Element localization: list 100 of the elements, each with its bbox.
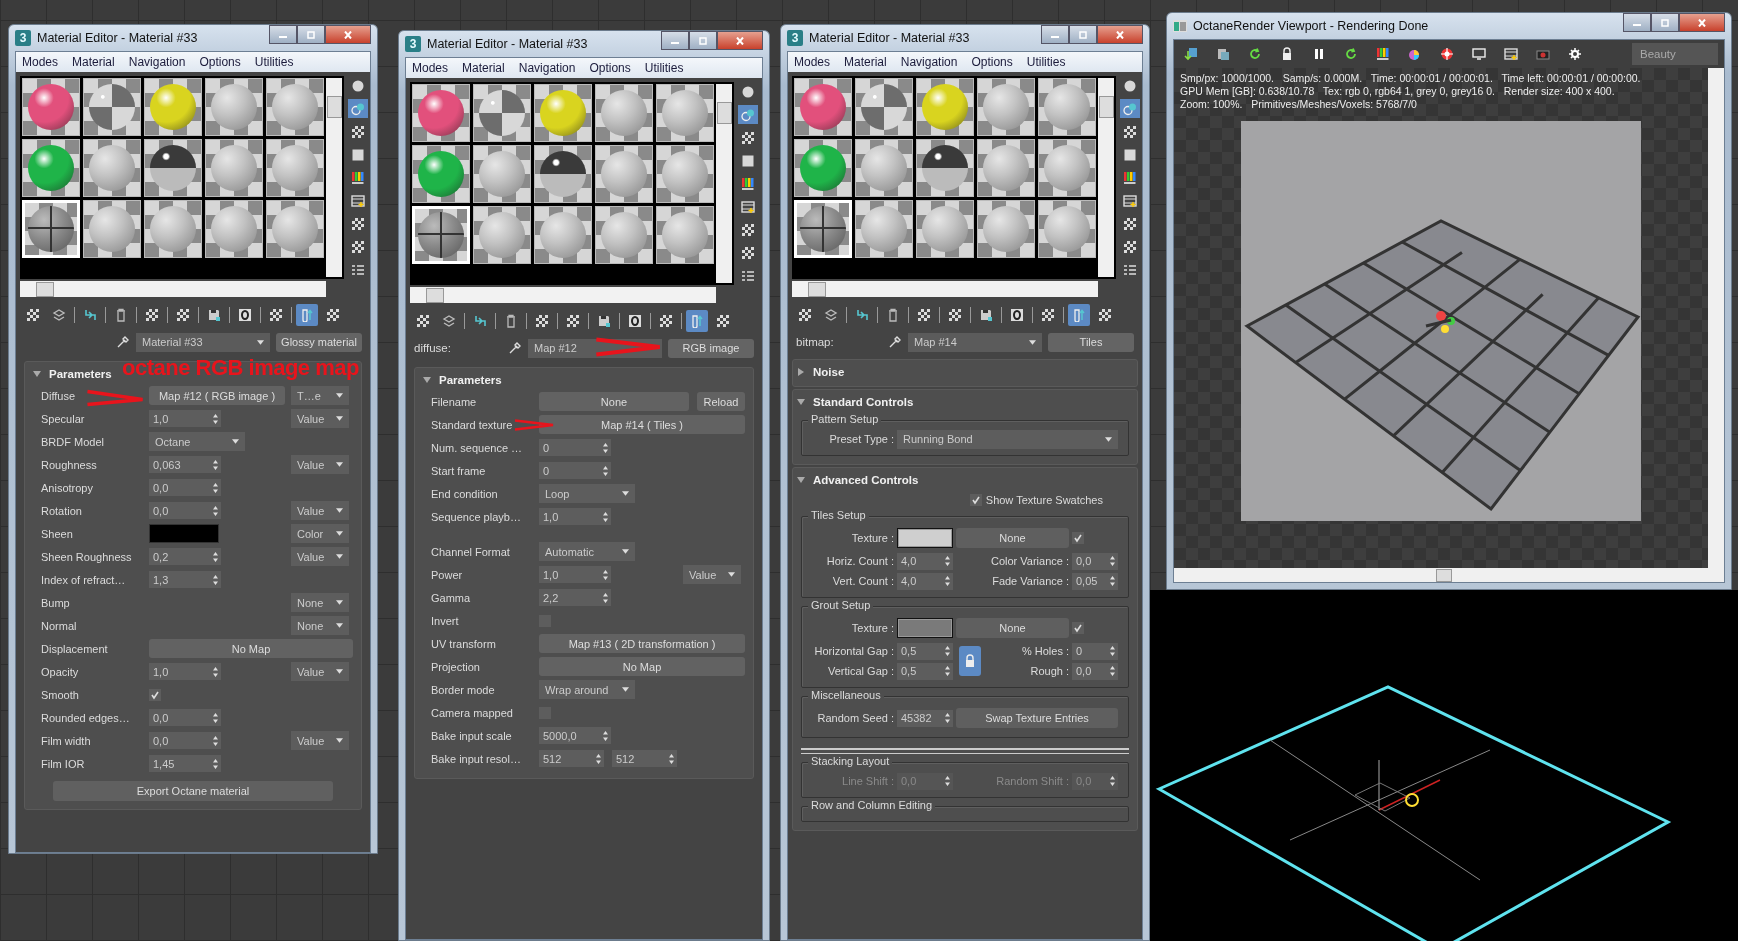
menu-item[interactable]: Material bbox=[462, 61, 505, 75]
checkbox[interactable] bbox=[149, 688, 161, 701]
map-button[interactable]: None bbox=[956, 528, 1069, 548]
render-pass-dropdown[interactable]: Beauty bbox=[1632, 43, 1718, 65]
file-button[interactable]: None bbox=[539, 392, 689, 411]
spinner-field[interactable]: 0,5 bbox=[897, 662, 953, 680]
spinner-arrows-icon[interactable] bbox=[212, 711, 219, 724]
color-swatch[interactable] bbox=[897, 618, 953, 638]
mode-dropdown[interactable]: Value bbox=[291, 409, 349, 428]
spinner-field[interactable]: 0,2 bbox=[149, 548, 221, 565]
spinner-arrows-icon[interactable] bbox=[1109, 645, 1116, 657]
mode-dropdown[interactable]: Color bbox=[291, 524, 349, 543]
spinner-field[interactable]: 1,0 bbox=[149, 410, 221, 427]
menu-item[interactable]: Options bbox=[199, 55, 241, 69]
type-button[interactable]: RGB image bbox=[668, 338, 754, 358]
type-button[interactable]: Glossy material bbox=[276, 332, 362, 352]
spinner-field[interactable]: 1,0 bbox=[539, 508, 611, 525]
menu-item[interactable]: Navigation bbox=[900, 55, 958, 69]
rollout-title[interactable]: Parameters bbox=[439, 374, 502, 386]
dropdown[interactable]: Loop bbox=[539, 484, 635, 503]
spinner-arrows-icon[interactable] bbox=[212, 665, 219, 678]
close-button[interactable] bbox=[717, 31, 763, 50]
minimize-button[interactable] bbox=[269, 25, 297, 44]
maximize-button[interactable] bbox=[1651, 13, 1679, 32]
eyedropper-icon[interactable] bbox=[888, 335, 902, 349]
spinner-field[interactable]: 0,0 bbox=[1072, 552, 1118, 570]
spinner-field[interactable]: 1,0 bbox=[149, 663, 221, 680]
menu-item[interactable]: Options bbox=[589, 61, 631, 75]
spinner-arrows-icon[interactable] bbox=[602, 568, 609, 581]
menu-item[interactable]: Utilities bbox=[644, 61, 684, 75]
eyedropper-icon[interactable] bbox=[508, 341, 522, 355]
spinner-arrows-icon[interactable] bbox=[944, 712, 951, 724]
spinner-arrows-icon[interactable] bbox=[212, 412, 219, 425]
spinner-arrows-icon[interactable] bbox=[595, 752, 602, 765]
checkbox[interactable] bbox=[1072, 622, 1084, 634]
minimize-button[interactable] bbox=[1623, 13, 1651, 32]
spinner-field[interactable]: 2,2 bbox=[539, 589, 611, 606]
spinner-arrows-icon[interactable] bbox=[944, 555, 951, 567]
close-button[interactable] bbox=[1097, 25, 1143, 44]
spinner-arrows-icon[interactable] bbox=[602, 591, 609, 604]
spinner-field[interactable]: 1,45 bbox=[149, 755, 221, 772]
menu-item[interactable]: Utilities bbox=[254, 55, 294, 69]
spinner-field[interactable]: 0 bbox=[1072, 642, 1118, 660]
spinner-field[interactable]: 0,0 bbox=[149, 502, 221, 519]
spinner-field[interactable]: 0,5 bbox=[897, 642, 953, 660]
spinner-arrows-icon[interactable] bbox=[602, 441, 609, 454]
spinner-field[interactable]: 1,3 bbox=[149, 571, 221, 588]
spinner-field[interactable]: 45382 bbox=[897, 709, 953, 727]
spinner-arrows-icon[interactable] bbox=[602, 464, 609, 477]
lock-button[interactable] bbox=[959, 646, 981, 676]
spinner-field[interactable]: 0 bbox=[539, 439, 611, 456]
vertical-scrollbar[interactable] bbox=[716, 84, 732, 283]
close-button[interactable] bbox=[1679, 13, 1725, 32]
side-tool-button[interactable] bbox=[738, 105, 758, 124]
mode-dropdown[interactable]: Value bbox=[291, 731, 349, 750]
spinner-field[interactable]: 0,0 bbox=[149, 709, 221, 726]
spinner-arrows-icon[interactable] bbox=[212, 504, 219, 517]
spinner-arrows-icon[interactable] bbox=[212, 481, 219, 494]
menu-item[interactable]: Modes bbox=[22, 55, 59, 69]
map-button[interactable]: Map #12 ( RGB image ) bbox=[149, 386, 285, 405]
spinner-field[interactable]: 0,05 bbox=[1072, 572, 1118, 590]
mode-dropdown[interactable]: Value bbox=[291, 547, 349, 566]
checkbox[interactable] bbox=[969, 494, 982, 506]
mode-dropdown[interactable]: Value bbox=[291, 662, 349, 681]
menu-item[interactable]: Navigation bbox=[128, 55, 186, 69]
spinner-field[interactable]: 4,0 bbox=[897, 572, 953, 590]
dropdown[interactable]: Automatic bbox=[539, 542, 635, 561]
material-slot[interactable] bbox=[916, 139, 974, 197]
maximize-button[interactable] bbox=[689, 31, 717, 50]
maximize-button[interactable] bbox=[1069, 25, 1097, 44]
material-slot[interactable] bbox=[534, 145, 592, 203]
maximize-button[interactable] bbox=[297, 25, 325, 44]
horizontal-scrollbar[interactable] bbox=[410, 287, 716, 303]
export-button[interactable]: Export Octane material bbox=[53, 781, 333, 801]
minimize-button[interactable] bbox=[661, 31, 689, 50]
spinner-field[interactable]: 5000,0 bbox=[539, 727, 611, 744]
eyedropper-icon[interactable] bbox=[116, 335, 130, 349]
minimize-button[interactable] bbox=[1041, 25, 1069, 44]
spinner-field[interactable]: 0,0 bbox=[149, 479, 221, 496]
side-tool-button[interactable] bbox=[1120, 99, 1140, 118]
vertical-scrollbar[interactable] bbox=[326, 78, 342, 277]
spinner-arrows-icon[interactable] bbox=[668, 752, 675, 765]
menu-item[interactable]: Material bbox=[72, 55, 115, 69]
side-tool-button[interactable] bbox=[348, 99, 368, 118]
spinner-arrows-icon[interactable] bbox=[944, 645, 951, 657]
spinner-arrows-icon[interactable] bbox=[212, 734, 219, 747]
horizontal-scrollbar[interactable] bbox=[20, 281, 326, 297]
close-button[interactable] bbox=[325, 25, 371, 44]
menu-item[interactable]: Material bbox=[844, 55, 887, 69]
expanded-triangle-icon[interactable] bbox=[33, 370, 41, 378]
menu-item[interactable]: Modes bbox=[412, 61, 449, 75]
spinner-arrows-icon[interactable] bbox=[1109, 555, 1116, 567]
vertical-scrollbar[interactable] bbox=[1708, 68, 1724, 568]
expanded-triangle-icon[interactable] bbox=[423, 376, 431, 384]
mode-dropdown[interactable]: Value bbox=[291, 501, 349, 520]
horizontal-scrollbar[interactable] bbox=[792, 281, 1098, 297]
expanded-triangle-icon[interactable] bbox=[797, 476, 805, 484]
collapsed-triangle-icon[interactable] bbox=[797, 368, 805, 376]
rollout-title[interactable]: Standard Controls bbox=[813, 396, 914, 408]
map-button[interactable]: Map #14 ( Tiles ) bbox=[539, 415, 745, 434]
